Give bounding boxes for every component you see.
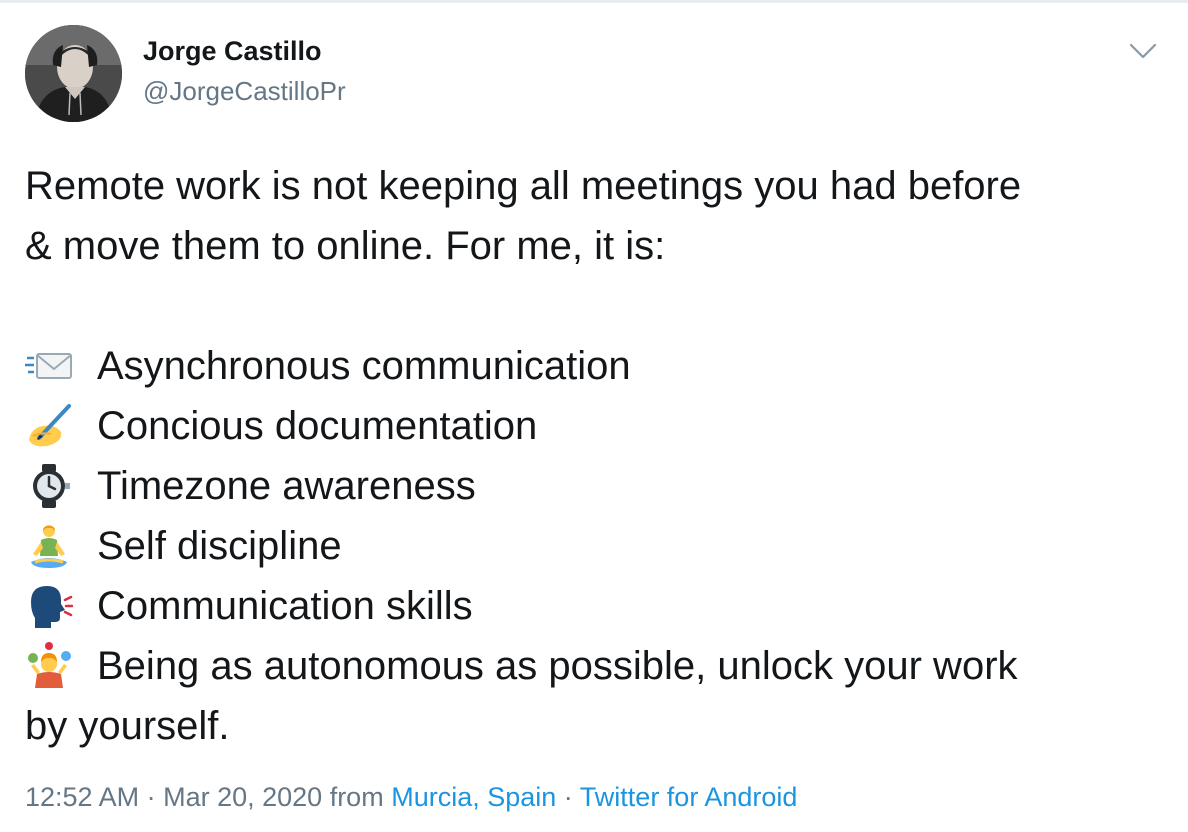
writing-hand-icon — [29, 404, 71, 447]
speaking-head-icon — [31, 586, 73, 628]
chevron-down-icon[interactable] — [1127, 35, 1159, 67]
tweet-date[interactable]: Mar 20, 2020 — [163, 782, 322, 812]
source-link[interactable]: Twitter for Android — [580, 782, 798, 812]
author-name[interactable]: Jorge Castillo — [143, 36, 322, 67]
from-label: from — [322, 782, 392, 812]
tweet-intro-line-2: & move them to online. For me, it is: — [25, 224, 666, 268]
avatar[interactable] — [25, 25, 122, 122]
list-item: Timezone awareness — [25, 456, 1165, 516]
list-item-text: Timezone awareness — [97, 464, 476, 508]
tweet-meta: 12:52 AM · Mar 20, 2020 from Murcia, Spa… — [25, 782, 797, 813]
author-handle[interactable]: @JorgeCastilloPr — [143, 76, 346, 107]
tweet-time[interactable]: 12:52 AM — [25, 782, 139, 812]
list-item-text: Self discipline — [97, 524, 342, 568]
list-item-text: Concious documentation — [97, 404, 538, 448]
tweet-text: Remote work is not keeping all meetings … — [25, 156, 1165, 756]
list-item: Concious documentation — [25, 396, 1165, 456]
tweet-last-line: by yourself. — [25, 704, 230, 748]
list-item: Self discipline — [25, 516, 1165, 576]
avatar-photo — [25, 25, 122, 122]
meta-separator: · — [139, 782, 164, 812]
location-link[interactable]: Murcia, Spain — [391, 782, 556, 812]
list-item-text: Being as autonomous as possible, unlock … — [97, 644, 1018, 688]
meta-separator: · — [556, 782, 580, 812]
person-lotus-position-icon — [31, 525, 67, 568]
list-item: Being as autonomous as possible, unlock … — [25, 636, 1165, 696]
list-item-text: Asynchronous communication — [97, 344, 631, 388]
top-divider — [0, 0, 1188, 3]
list-item: Communication skills — [25, 576, 1165, 636]
stopwatch-icon — [33, 464, 70, 508]
list-item: Asynchronous communication — [25, 336, 1165, 396]
incoming-envelope-icon — [25, 353, 72, 379]
list-item-text: Communication skills — [97, 584, 473, 628]
person-juggling-icon — [28, 642, 71, 688]
tweet-intro-line-1: Remote work is not keeping all meetings … — [25, 164, 1022, 208]
